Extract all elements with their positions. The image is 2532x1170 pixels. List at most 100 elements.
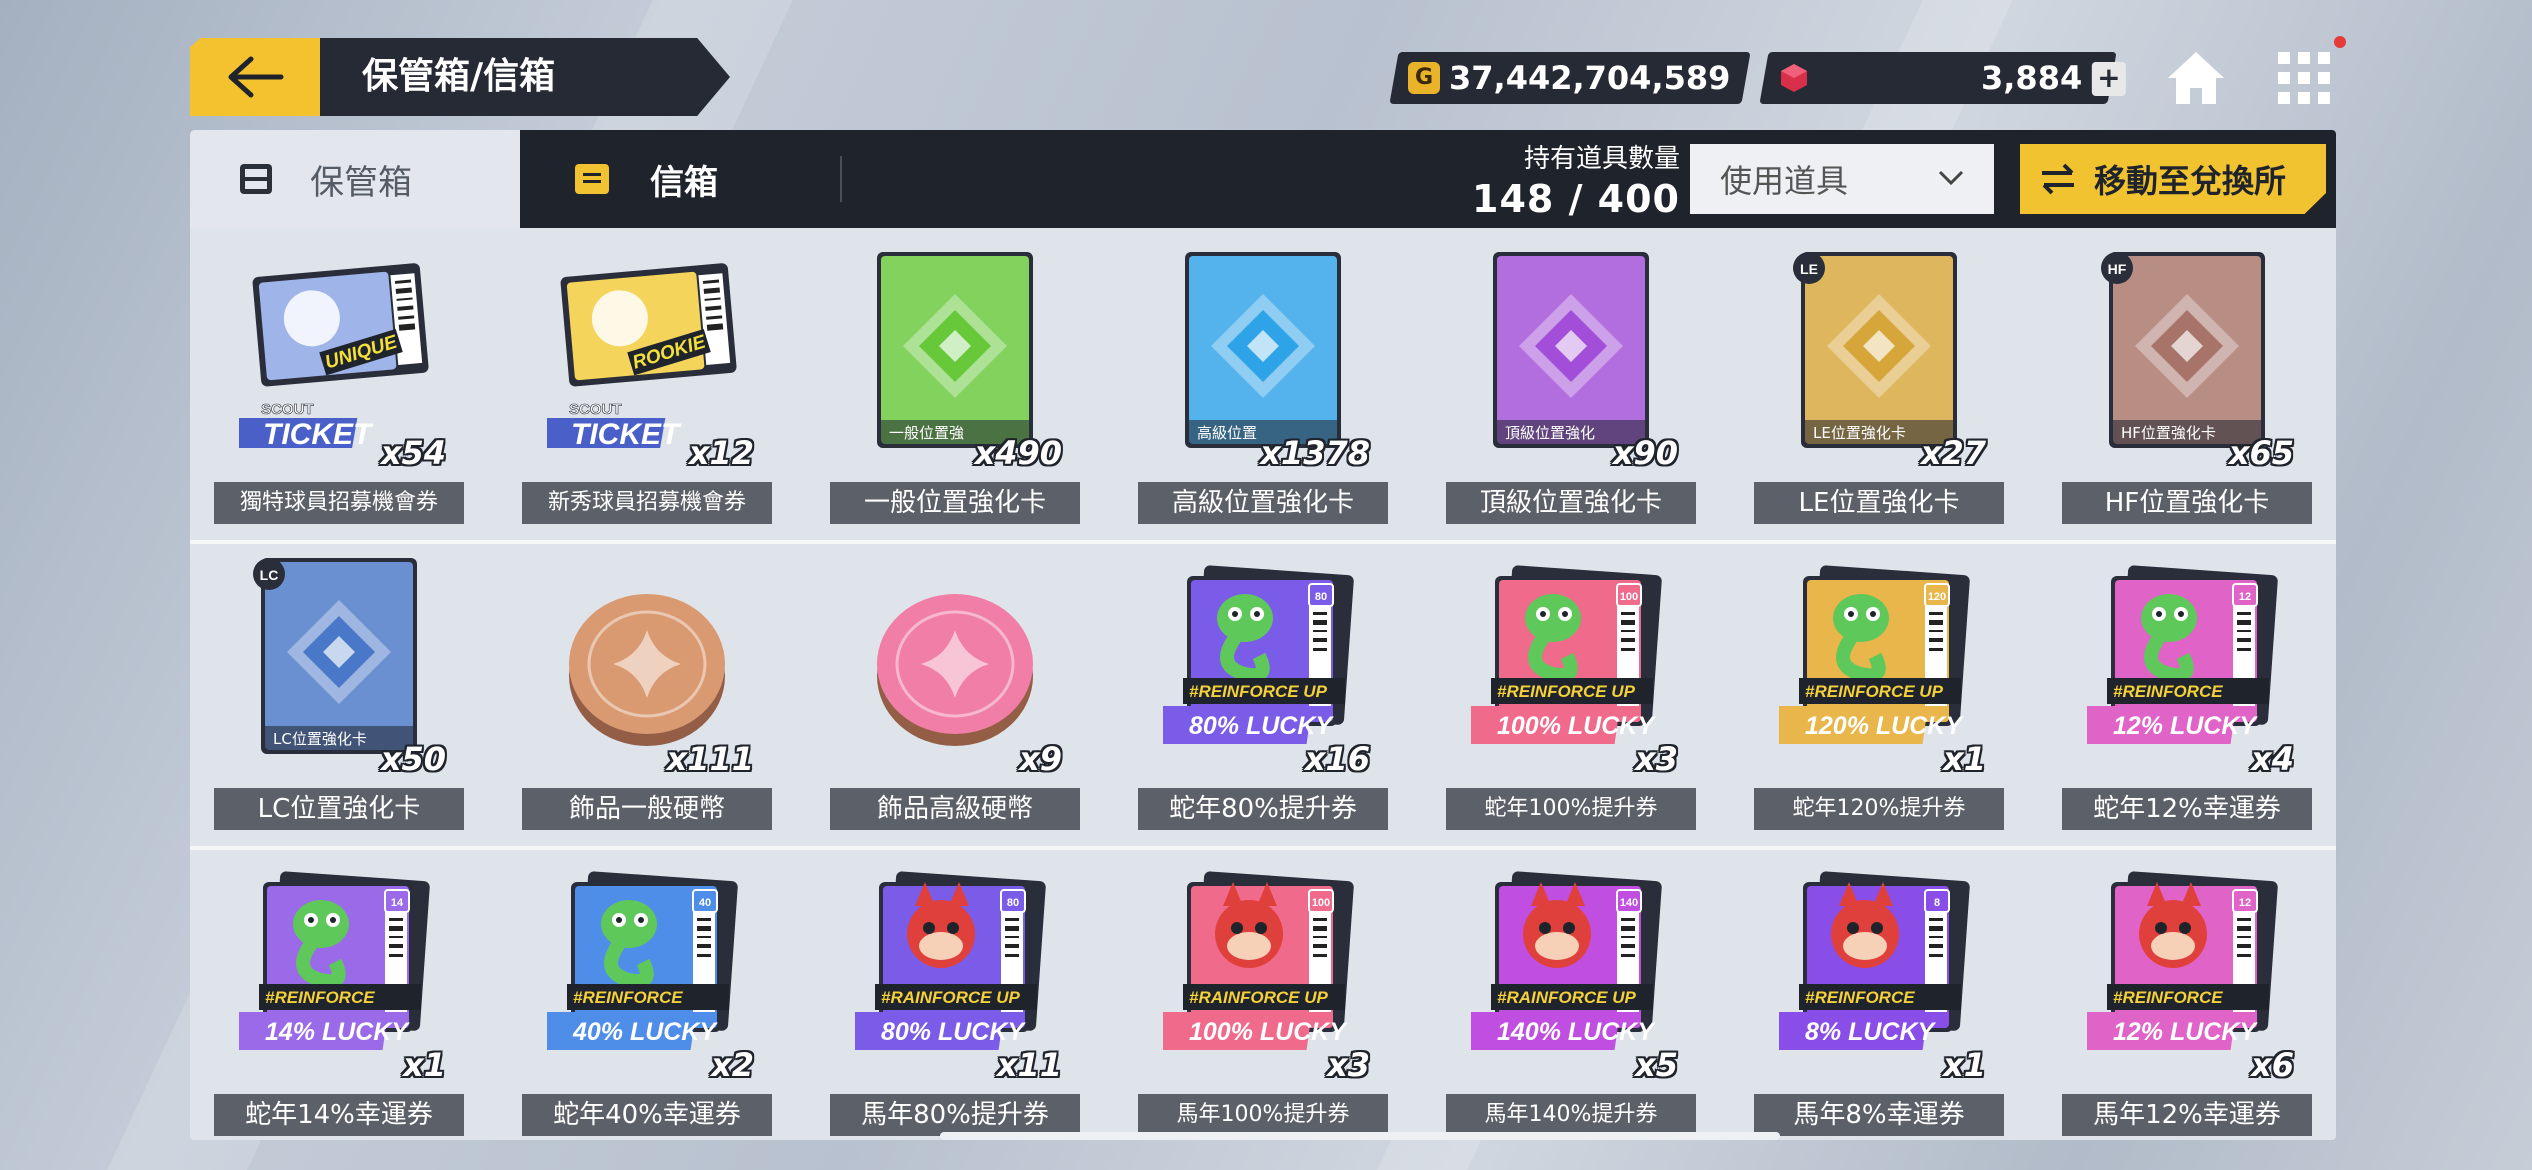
item-name: 蛇年120%提升券 [1754, 788, 2004, 830]
svg-text:100: 100 [1620, 591, 1638, 603]
tab-storage-label: 保管箱 [310, 162, 412, 203]
inventory-item[interactable]: LE LE位置強化卡 x27 LE位置強化卡 [1754, 250, 2004, 524]
svg-text:40% LUCKY: 40% LUCKY [572, 1018, 718, 1046]
svg-text:LE: LE [1800, 261, 1818, 277]
svg-text:#REINFORCE: #REINFORCE [1805, 988, 1915, 1007]
item-quantity: x50 [380, 740, 446, 778]
inventory-item[interactable]: LC LC位置強化卡 x50 LC位置強化卡 [214, 556, 464, 830]
tab-mailbox[interactable]: 信箱 [520, 130, 840, 228]
inventory-item[interactable]: 一般位置強 x490 一般位置強化卡 [830, 250, 1080, 524]
page-title: 保管箱/信箱 [362, 56, 556, 97]
use-item-label: 使用道具 [1720, 162, 1849, 200]
inventory-item[interactable]: 100 #RAINFORCE UP 100% LUCKY x3 馬年100%提升… [1138, 862, 1388, 1136]
inventory-item[interactable]: 12 #REINFORCE 12% LUCKY x6 馬年12%幸運券 [2062, 862, 2312, 1136]
storage-panel: 保管箱 信箱 持有道具數量 148 / 400 使用道具 移動至兌換所 UNIQ… [190, 130, 2336, 1140]
home-button[interactable] [2160, 42, 2232, 114]
svg-text:LC: LC [260, 567, 279, 583]
item-quantity: x1 [1943, 1046, 1986, 1084]
inventory-item[interactable]: x111 飾品一般硬幣 [522, 556, 772, 830]
row-divider [190, 540, 2336, 544]
svg-text:#REINFORCE: #REINFORCE [2113, 682, 2223, 701]
inventory-item[interactable]: 14 #REINFORCE 14% LUCKY x1 蛇年14%幸運券 [214, 862, 464, 1136]
inventory-item[interactable]: 80 #RAINFORCE UP 80% LUCKY x11 馬年80%提升券 [830, 862, 1080, 1136]
item-name: 蛇年80%提升券 [1138, 788, 1388, 830]
item-name: 飾品高級硬幣 [830, 788, 1080, 830]
item-quantity: x490 [974, 434, 1062, 472]
svg-text:頂級位置強化: 頂級位置強化 [1505, 424, 1595, 442]
svg-text:SCOUT: SCOUT [569, 401, 622, 418]
svg-text:LC位置強化卡: LC位置強化卡 [273, 730, 367, 748]
inventory-item[interactable]: 高級位置 x1378 高級位置強化卡 [1138, 250, 1388, 524]
item-quantity: x1 [1943, 740, 1986, 778]
title-bar: 保管箱/信箱 [320, 38, 730, 116]
item-name: 馬年100%提升券 [1138, 1094, 1388, 1136]
item-name: 蛇年14%幸運券 [214, 1094, 464, 1136]
inventory-item[interactable]: 140 #RAINFORCE UP 140% LUCKY x5 馬年140%提升… [1446, 862, 1696, 1136]
svg-text:120% LUCKY: 120% LUCKY [1805, 712, 1964, 740]
svg-text:140: 140 [1620, 897, 1638, 909]
gold-coin-icon: G [1408, 62, 1440, 94]
svg-text:SCOUT: SCOUT [261, 401, 314, 418]
inventory-item[interactable]: 100 #REINFORCE UP 100% LUCKY x3 蛇年100%提升… [1446, 556, 1696, 830]
inventory-item[interactable]: 頂級位置強化 x90 頂級位置強化卡 [1446, 250, 1696, 524]
back-button[interactable] [190, 38, 320, 116]
home-icon [2168, 52, 2224, 104]
tab-divider [840, 156, 842, 202]
svg-text:TICKET: TICKET [571, 418, 682, 451]
svg-text:#REINFORCE UP: #REINFORCE UP [1497, 682, 1636, 701]
svg-text:#REINFORCE UP: #REINFORCE UP [1805, 682, 1944, 701]
storage-box-icon [240, 164, 272, 194]
item-quantity: x3 [1327, 1046, 1370, 1084]
inventory-item[interactable]: 80 #REINFORCE UP 80% LUCKY x16 蛇年80%提升券 [1138, 556, 1388, 830]
inventory-item[interactable]: 12 #REINFORCE 12% LUCKY x4 蛇年12%幸運券 [2062, 556, 2312, 830]
item-quantity: x4 [2251, 740, 2294, 778]
inventory-item[interactable]: x9 飾品高級硬幣 [830, 556, 1080, 830]
svg-text:LE位置強化卡: LE位置強化卡 [1813, 424, 1906, 442]
inventory-item[interactable]: HF HF位置強化卡 x65 HF位置強化卡 [2062, 250, 2312, 524]
inventory-count-label: 持有道具數量 [1523, 144, 1680, 174]
svg-text:12: 12 [2239, 897, 2251, 909]
inventory-item[interactable]: UNIQUE SCOUT TICKET x54 獨特球員招募機會券 [214, 250, 464, 524]
item-name: 飾品一般硬幣 [522, 788, 772, 830]
tab-storage[interactable]: 保管箱 [190, 130, 520, 228]
move-to-exchange-button[interactable]: 移動至兌換所 [2020, 144, 2326, 214]
item-quantity: x12 [688, 434, 754, 472]
add-gems-button[interactable]: + [2091, 61, 2126, 96]
inventory-item[interactable]: 120 #REINFORCE UP 120% LUCKY x1 蛇年120%提升… [1754, 556, 2004, 830]
item-quantity: x65 [2228, 434, 2294, 472]
svg-text:40: 40 [699, 897, 711, 909]
item-name: 馬年80%提升券 [830, 1094, 1080, 1136]
item-quantity: x11 [996, 1046, 1062, 1084]
item-name: 獨特球員招募機會券 [214, 482, 464, 524]
svg-text:8: 8 [1934, 897, 1940, 909]
item-quantity: x54 [380, 434, 446, 472]
svg-text:#REINFORCE: #REINFORCE [265, 988, 375, 1007]
item-quantity: x9 [1019, 740, 1062, 778]
svg-text:TICKET: TICKET [263, 418, 374, 451]
swap-arrows-icon [2042, 163, 2074, 195]
svg-text:#REINFORCE: #REINFORCE [2113, 988, 2223, 1007]
item-name: 新秀球員招募機會券 [522, 482, 772, 524]
mailbox-icon [575, 164, 609, 194]
tab-mailbox-label: 信箱 [650, 162, 718, 203]
svg-text:12: 12 [2239, 591, 2251, 603]
menu-button[interactable] [2268, 42, 2340, 114]
item-name: 頂級位置強化卡 [1446, 482, 1696, 524]
svg-text:一般位置強: 一般位置強 [889, 424, 964, 442]
item-quantity: x1378 [1260, 434, 1370, 472]
inventory-item[interactable]: 40 #REINFORCE 40% LUCKY x2 蛇年40%幸運券 [522, 862, 772, 1136]
svg-text:100% LUCKY: 100% LUCKY [1189, 1018, 1348, 1046]
svg-text:140% LUCKY: 140% LUCKY [1497, 1018, 1656, 1046]
svg-text:#RAINFORCE UP: #RAINFORCE UP [1497, 988, 1637, 1007]
svg-text:8% LUCKY: 8% LUCKY [1805, 1018, 1937, 1046]
inventory-item[interactable]: ROOKIE SCOUT TICKET x12 新秀球員招募機會券 [522, 250, 772, 524]
item-quantity: x5 [1635, 1046, 1678, 1084]
use-item-dropdown[interactable]: 使用道具 [1690, 144, 1994, 214]
inventory-item[interactable]: 8 #REINFORCE 8% LUCKY x1 馬年8%幸運券 [1754, 862, 2004, 1136]
svg-text:80% LUCKY: 80% LUCKY [881, 1018, 1026, 1046]
item-name: LC位置強化卡 [214, 788, 464, 830]
inventory-count: 持有道具數量 148 / 400 [1460, 138, 1680, 221]
svg-text:12% LUCKY: 12% LUCKY [2113, 712, 2258, 740]
item-quantity: x27 [1920, 434, 1986, 472]
svg-text:HF: HF [2108, 261, 2127, 277]
